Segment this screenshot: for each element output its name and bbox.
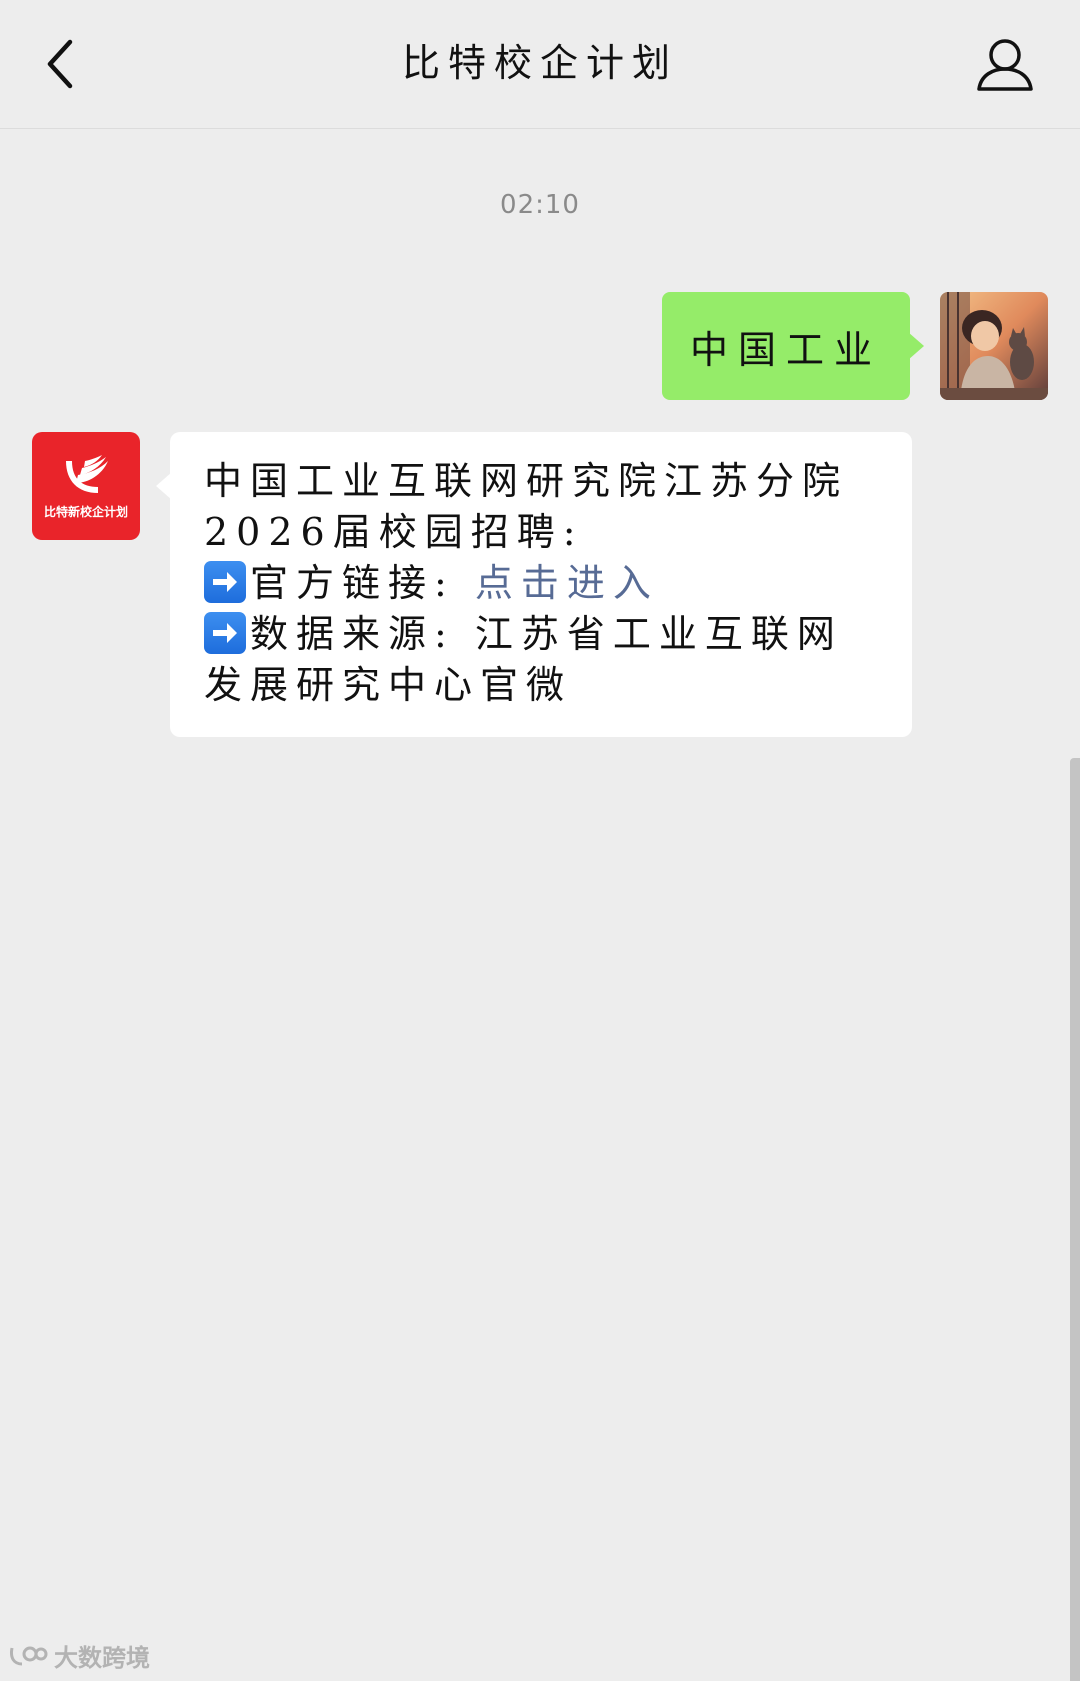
my-avatar[interactable] [940, 292, 1048, 400]
avatar-image [940, 292, 1048, 400]
right-arrow-icon [204, 561, 246, 603]
person-icon [977, 39, 1033, 91]
profile-button[interactable] [970, 32, 1040, 98]
outgoing-message-bubble[interactable]: 中国工业 [662, 292, 924, 400]
data-source-label: 数据来源: [250, 612, 455, 656]
watermark-logo-icon [10, 1646, 48, 1665]
chat-header: 比特校企计划 [0, 0, 1080, 129]
scrollbar[interactable] [1070, 758, 1080, 1681]
watermark-text: 大数跨境 [54, 1644, 150, 1672]
chat-title: 比特校企计划 [401, 41, 678, 85]
outgoing-message-text: 中国工业 [689, 327, 882, 372]
incoming-message-bubble[interactable]: 中国工业互联网研究院江苏分院2026届校园招聘: 官方链接: 点击进入 数据来源… [156, 432, 912, 737]
message-timestamp: 02:10 [500, 190, 580, 220]
right-arrow-icon [204, 612, 246, 654]
official-link-label: 官方链接: [250, 561, 455, 605]
sender-logo-text: 比特新校企计划 [43, 504, 128, 519]
official-link[interactable]: 点击进入 [475, 561, 659, 605]
sender-avatar[interactable]: 比特新校企计划 [32, 432, 140, 540]
wing-logo-icon [66, 454, 108, 493]
watermark: 大数跨境 [8, 1638, 150, 1673]
message-line-title: 中国工业互联网研究院江苏分院2026届校园招聘: [204, 459, 849, 554]
